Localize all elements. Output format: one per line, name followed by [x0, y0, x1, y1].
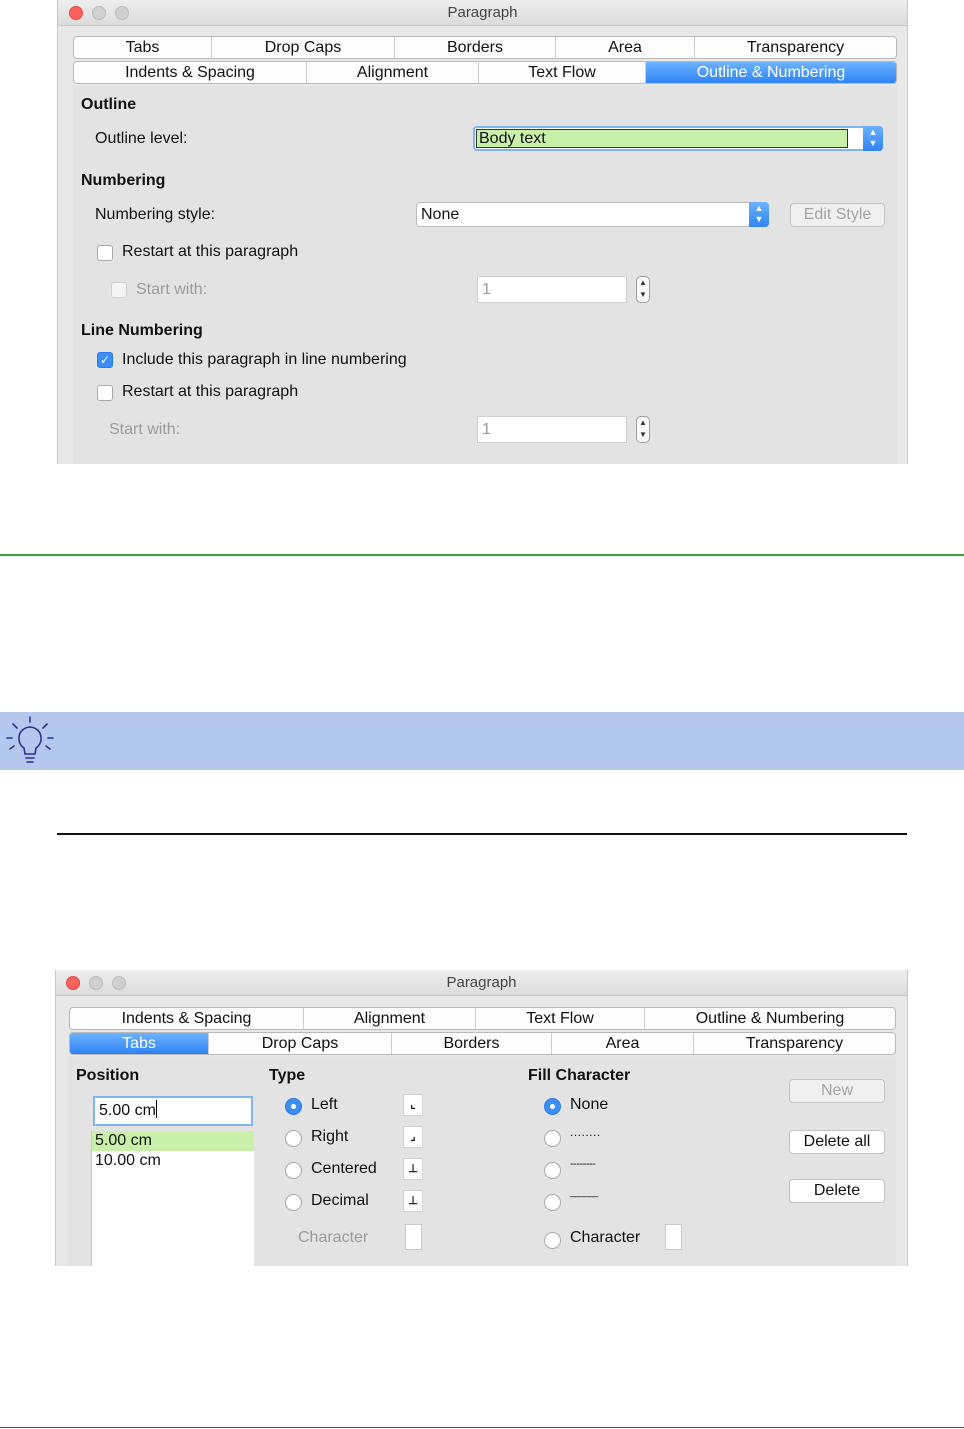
fill-dashes-label: --------: [570, 1158, 596, 1170]
tab-tabs[interactable]: Tabs: [74, 37, 212, 58]
outline-level-label: Outline level:: [95, 130, 188, 147]
fill-dots-label: ........: [570, 1125, 601, 1139]
fill-character-label: Character: [570, 1229, 641, 1246]
fill-character-heading: Fill Character: [528, 1067, 631, 1084]
fill-dots-radio[interactable]: [544, 1130, 561, 1147]
fill-dashes-radio[interactable]: [544, 1162, 561, 1179]
type-character-label: Character: [298, 1229, 369, 1246]
tabs-panel: Position 5.00 cm 5.00 cm 10.00 cm Type L…: [69, 1057, 896, 1266]
type-right-radio[interactable]: [285, 1130, 302, 1147]
tab-row-bottom: Tabs Drop Caps Borders Area Transparency: [69, 1032, 896, 1055]
tab-indents-spacing[interactable]: Indents & Spacing: [74, 62, 307, 83]
line-numbering-heading: Line Numbering: [81, 322, 203, 339]
tab-left-icon: ⌞: [403, 1094, 423, 1116]
include-line-numbering-checkbox[interactable]: ✓: [97, 352, 113, 368]
tab-indents-spacing[interactable]: Indents & Spacing: [70, 1008, 304, 1029]
tab-outline-numbering[interactable]: Outline & Numbering: [645, 1008, 895, 1029]
tab-right-icon: ⌟: [403, 1126, 423, 1148]
include-line-numbering-label: Include this paragraph in line numbering: [122, 351, 407, 368]
tab-transparency[interactable]: Transparency: [694, 1033, 895, 1054]
tab-decimal-icon: ⊥: [403, 1190, 423, 1212]
line-start-with-label: Start with:: [109, 421, 181, 438]
type-decimal-label: Decimal: [311, 1192, 369, 1209]
title-bar: Paragraph: [58, 0, 907, 26]
black-rule: [57, 833, 907, 835]
line-restart-checkbox[interactable]: [97, 385, 113, 401]
tab-drop-caps[interactable]: Drop Caps: [209, 1033, 392, 1054]
type-right-label: Right: [311, 1128, 349, 1145]
fill-underscore-label: ______: [570, 1187, 598, 1198]
tab-area[interactable]: Area: [552, 1033, 694, 1054]
list-item[interactable]: 10.00 cm: [92, 1151, 254, 1171]
fill-none-radio[interactable]: [544, 1098, 561, 1115]
paragraph-dialog-outline: Paragraph Tabs Drop Caps Borders Area Tr…: [57, 0, 908, 464]
tab-row-bottom: Indents & Spacing Alignment Text Flow Ou…: [73, 61, 897, 84]
window-title: Paragraph: [446, 974, 517, 991]
lightbulb-icon: [6, 716, 54, 763]
line-restart-label: Restart at this paragraph: [122, 383, 299, 400]
line-start-with-field[interactable]: 1: [477, 416, 627, 443]
outline-heading: Outline: [81, 96, 137, 113]
line-start-stepper[interactable]: ▲ ▼: [636, 416, 650, 443]
tab-row-top: Tabs Drop Caps Borders Area Transparency: [73, 36, 897, 59]
footer-rule: [0, 1427, 964, 1428]
tab-outline-numbering[interactable]: Outline & Numbering: [646, 62, 896, 83]
position-list[interactable]: 5.00 cm 10.00 cm: [91, 1131, 254, 1266]
outline-numbering-panel: Outline Outline level: Body text ▲ ▼ Numb…: [73, 86, 897, 464]
tab-borders[interactable]: Borders: [395, 37, 556, 58]
tab-tabs[interactable]: Tabs: [70, 1033, 209, 1054]
numbering-heading: Numbering: [81, 172, 166, 189]
delete-all-button[interactable]: Delete all: [789, 1130, 885, 1154]
tab-row-top: Indents & Spacing Alignment Text Flow Ou…: [69, 1007, 896, 1030]
numbering-style-label: Numbering style:: [95, 206, 216, 223]
type-left-radio[interactable]: [285, 1098, 302, 1115]
list-item[interactable]: 5.00 cm: [92, 1131, 254, 1151]
position-input[interactable]: 5.00 cm: [93, 1096, 253, 1126]
fill-underscore-radio[interactable]: [544, 1194, 561, 1211]
fill-none-label: None: [570, 1096, 609, 1113]
tab-center-icon: ⊥: [403, 1158, 423, 1180]
green-separator: [0, 554, 964, 556]
outline-level-select[interactable]: Body text ▲ ▼: [473, 126, 883, 151]
numbering-restart-label: Restart at this paragraph: [122, 243, 299, 260]
position-heading: Position: [76, 1067, 140, 1084]
tab-drop-caps[interactable]: Drop Caps: [212, 37, 395, 58]
tab-alignment[interactable]: Alignment: [307, 62, 479, 83]
tab-text-flow[interactable]: Text Flow: [479, 62, 646, 83]
numbering-start-stepper[interactable]: ▲ ▼: [636, 276, 650, 303]
type-left-label: Left: [311, 1096, 338, 1113]
edit-style-button[interactable]: Edit Style: [790, 203, 885, 227]
fill-character-field[interactable]: [665, 1224, 682, 1250]
new-button[interactable]: New: [789, 1079, 885, 1103]
type-character-field[interactable]: [405, 1224, 422, 1250]
tab-text-flow[interactable]: Text Flow: [476, 1008, 645, 1029]
paragraph-dialog-tabs: Paragraph Indents & Spacing Alignment Te…: [55, 970, 908, 1266]
text-cursor: [155, 1100, 157, 1118]
window-title: Paragraph: [447, 4, 518, 21]
type-decimal-radio[interactable]: [285, 1194, 302, 1211]
type-centered-radio[interactable]: [285, 1162, 302, 1179]
tab-borders[interactable]: Borders: [392, 1033, 552, 1054]
position-input-value: 5.00 cm: [99, 1102, 156, 1119]
tab-area[interactable]: Area: [556, 37, 695, 58]
title-bar: Paragraph: [56, 970, 907, 996]
numbering-restart-checkbox[interactable]: [97, 245, 113, 261]
numbering-start-with-label: Start with:: [136, 281, 208, 298]
delete-button[interactable]: Delete: [789, 1179, 885, 1203]
outline-level-value: Body text: [476, 129, 848, 148]
type-centered-label: Centered: [311, 1160, 377, 1177]
fill-character-radio[interactable]: [544, 1232, 561, 1249]
tab-alignment[interactable]: Alignment: [304, 1008, 476, 1029]
numbering-start-with-field[interactable]: 1: [477, 276, 627, 303]
numbering-start-with-checkbox[interactable]: [111, 282, 127, 298]
tab-transparency[interactable]: Transparency: [695, 37, 896, 58]
type-heading: Type: [269, 1067, 306, 1084]
numbering-style-value: None: [421, 206, 460, 223]
chevron-updown-icon: ▲ ▼: [749, 202, 769, 227]
tip-bar: [0, 712, 964, 770]
numbering-style-select[interactable]: None ▲ ▼: [416, 202, 769, 227]
chevron-updown-icon: ▲ ▼: [863, 126, 883, 151]
